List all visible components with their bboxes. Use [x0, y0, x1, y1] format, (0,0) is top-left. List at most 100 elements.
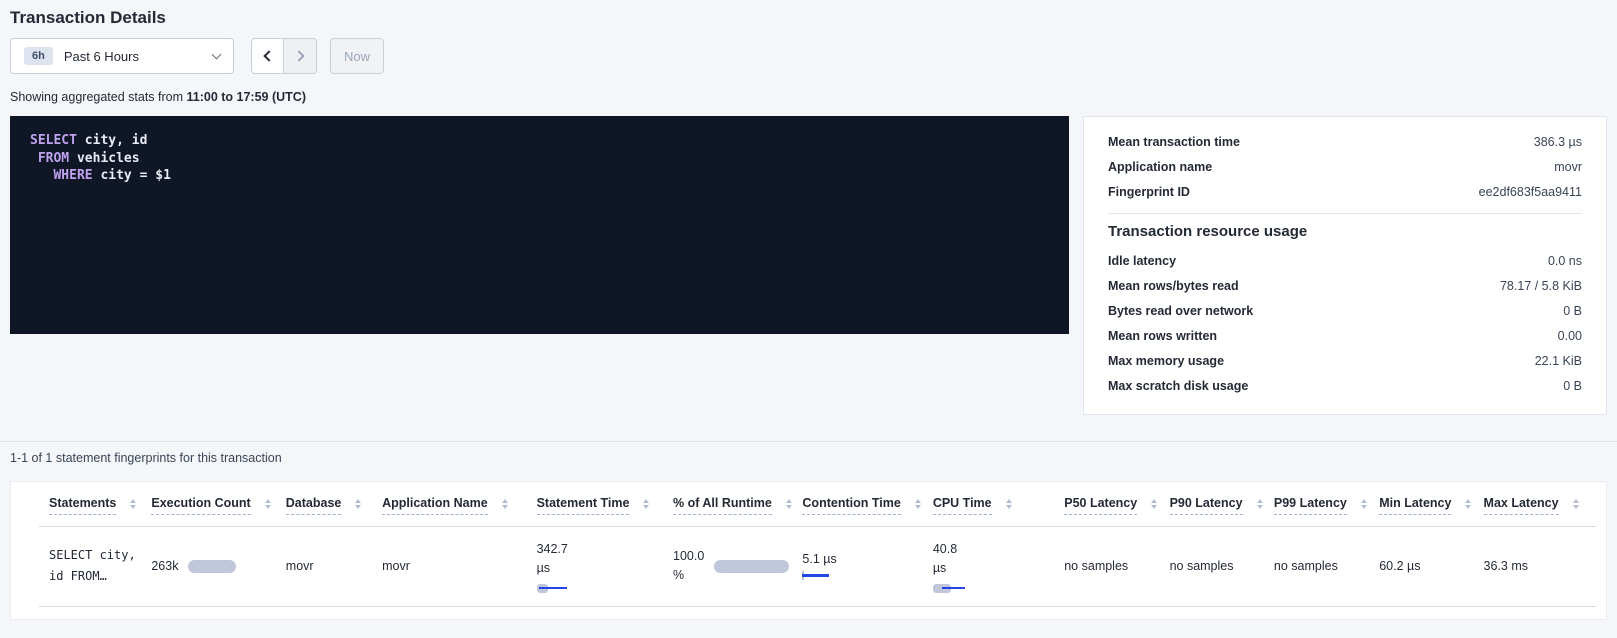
column-header-label[interactable]: P99 Latency	[1274, 496, 1347, 515]
summary-value: movr	[1554, 160, 1582, 174]
time-controls: 6h Past 6 Hours Now	[10, 38, 1607, 74]
column-header-p50-latency: P50 Latency	[1064, 482, 1169, 527]
execution-count-value: 263k	[151, 559, 178, 573]
time-range-badge: 6h	[24, 47, 53, 65]
stats-range: 11:00 to 17:59 (UTC)	[187, 90, 306, 104]
time-range-dropdown[interactable]: 6h Past 6 Hours	[10, 38, 234, 74]
column-header-label[interactable]: CPU Time	[933, 496, 992, 515]
cell-contention-time: 5.1 µs	[802, 527, 932, 607]
column-header-statements: Statements	[39, 482, 151, 527]
column-header-label[interactable]: Contention Time	[802, 496, 900, 515]
cpu-time-value: 40.8	[933, 540, 1056, 559]
usage-value: 22.1 KiB	[1535, 354, 1582, 368]
usage-value: 0 B	[1563, 304, 1582, 318]
main-row: SELECT city, id FROM vehicles WHERE city…	[10, 116, 1607, 415]
chevron-left-icon	[263, 50, 274, 61]
cell-cpu-time: 40.8 µs	[933, 527, 1064, 607]
sort-icon[interactable]	[1151, 499, 1157, 513]
aggregated-stats-line: Showing aggregated stats from 11:00 to 1…	[10, 90, 1607, 104]
column-header-p99-latency: P99 Latency	[1274, 482, 1379, 527]
chevron-right-icon	[293, 50, 304, 61]
column-header-execution-count: Execution Count	[151, 482, 285, 527]
column-header-label[interactable]: P50 Latency	[1064, 496, 1137, 515]
column-header-label[interactable]: Database	[286, 496, 342, 515]
summary-divider	[1108, 213, 1582, 214]
next-time-button[interactable]	[284, 38, 317, 74]
usage-value: 78.17 / 5.8 KiB	[1500, 279, 1582, 293]
sql-line: SELECT city, id	[30, 132, 1049, 150]
pct-runtime-bar	[714, 560, 789, 573]
statement-time-bar	[537, 584, 571, 593]
section-divider	[0, 441, 1617, 442]
column-header-label[interactable]: P90 Latency	[1170, 496, 1243, 515]
resource-usage-title: Transaction resource usage	[1108, 223, 1582, 240]
column-header-label[interactable]: % of All Runtime	[673, 496, 772, 515]
cell-pct-runtime: 100.0 %	[673, 527, 802, 607]
sort-icon[interactable]	[1573, 499, 1579, 513]
time-range-label: Past 6 Hours	[64, 49, 139, 64]
sort-icon[interactable]	[1257, 499, 1263, 513]
sort-icon[interactable]	[643, 499, 649, 513]
cell-p90-latency: no samples	[1170, 527, 1274, 607]
chevron-down-icon	[212, 49, 222, 59]
sql-keyword: FROM	[38, 151, 69, 166]
column-header-database: Database	[286, 482, 382, 527]
contention-time-value: 5.1 µs	[802, 552, 924, 566]
usage-row-bytes-read-over-network: Bytes read over network 0 B	[1108, 298, 1582, 323]
sort-icon[interactable]	[786, 499, 792, 513]
sql-keyword: WHERE	[53, 168, 92, 183]
sort-icon[interactable]	[915, 499, 921, 513]
sort-icon[interactable]	[1361, 499, 1367, 513]
cell-application-name: movr	[382, 527, 536, 607]
cell-min-latency: 60.2 µs	[1379, 527, 1483, 607]
transaction-summary-panel: Mean transaction time 386.3 µs Applicati…	[1083, 116, 1607, 415]
cpu-time-unit: µs	[933, 559, 1056, 578]
cell-execution-count: 263k	[151, 527, 285, 607]
column-header-p90-latency: P90 Latency	[1170, 482, 1274, 527]
contention-time-bar	[802, 571, 836, 580]
execution-count-bar	[188, 560, 236, 573]
sort-icon[interactable]	[1465, 499, 1471, 513]
usage-value: 0.00	[1558, 329, 1582, 343]
column-header-max-latency: Max Latency	[1484, 482, 1596, 527]
usage-label: Bytes read over network	[1108, 304, 1253, 318]
column-header-contention-time: Contention Time	[802, 482, 932, 527]
sort-icon[interactable]	[130, 499, 136, 513]
pct-runtime-value: 100.0	[673, 547, 704, 566]
column-header-label[interactable]: Execution Count	[151, 496, 250, 515]
sql-statement-box: SELECT city, id FROM vehicles WHERE city…	[10, 116, 1069, 334]
usage-row-max-memory-usage: Max memory usage 22.1 KiB	[1108, 348, 1582, 373]
prev-time-button[interactable]	[251, 38, 284, 74]
column-header-label[interactable]: Statements	[49, 496, 116, 515]
sort-icon[interactable]	[355, 499, 361, 513]
sql-keyword: SELECT	[30, 133, 77, 148]
pct-runtime-unit: %	[673, 566, 704, 585]
summary-row-application-name: Application name movr	[1108, 154, 1582, 179]
sort-icon[interactable]	[502, 499, 508, 513]
statement-link[interactable]: SELECT city, id FROM…	[49, 545, 143, 587]
usage-row-mean-rows-bytes-read: Mean rows/bytes read 78.17 / 5.8 KiB	[1108, 273, 1582, 298]
cell-database: movr	[286, 527, 382, 607]
column-header-pct-runtime: % of All Runtime	[673, 482, 802, 527]
sql-line: FROM vehicles	[30, 150, 1049, 168]
usage-value: 0.0 ns	[1548, 254, 1582, 268]
usage-row-idle-latency: Idle latency 0.0 ns	[1108, 248, 1582, 273]
column-header-application-name: Application Name	[382, 482, 536, 527]
stats-prefix: Showing aggregated stats from	[10, 90, 187, 104]
summary-value: ee2df683f5aa9411	[1479, 185, 1582, 199]
column-header-label[interactable]: Statement Time	[537, 496, 630, 515]
sort-icon[interactable]	[265, 499, 271, 513]
usage-label: Mean rows written	[1108, 329, 1217, 343]
sort-icon[interactable]	[1006, 499, 1012, 513]
now-button[interactable]: Now	[330, 38, 384, 74]
statement-time-value: 342.7	[537, 540, 665, 559]
usage-label: Max scratch disk usage	[1108, 379, 1248, 393]
time-pager	[251, 38, 317, 74]
column-header-label[interactable]: Min Latency	[1379, 496, 1451, 515]
cell-max-latency: 36.3 ms	[1484, 527, 1596, 607]
summary-label: Fingerprint ID	[1108, 185, 1190, 199]
column-header-label[interactable]: Application Name	[382, 496, 488, 515]
column-header-cpu-time: CPU Time	[933, 482, 1064, 527]
usage-label: Mean rows/bytes read	[1108, 279, 1239, 293]
column-header-label[interactable]: Max Latency	[1484, 496, 1559, 515]
